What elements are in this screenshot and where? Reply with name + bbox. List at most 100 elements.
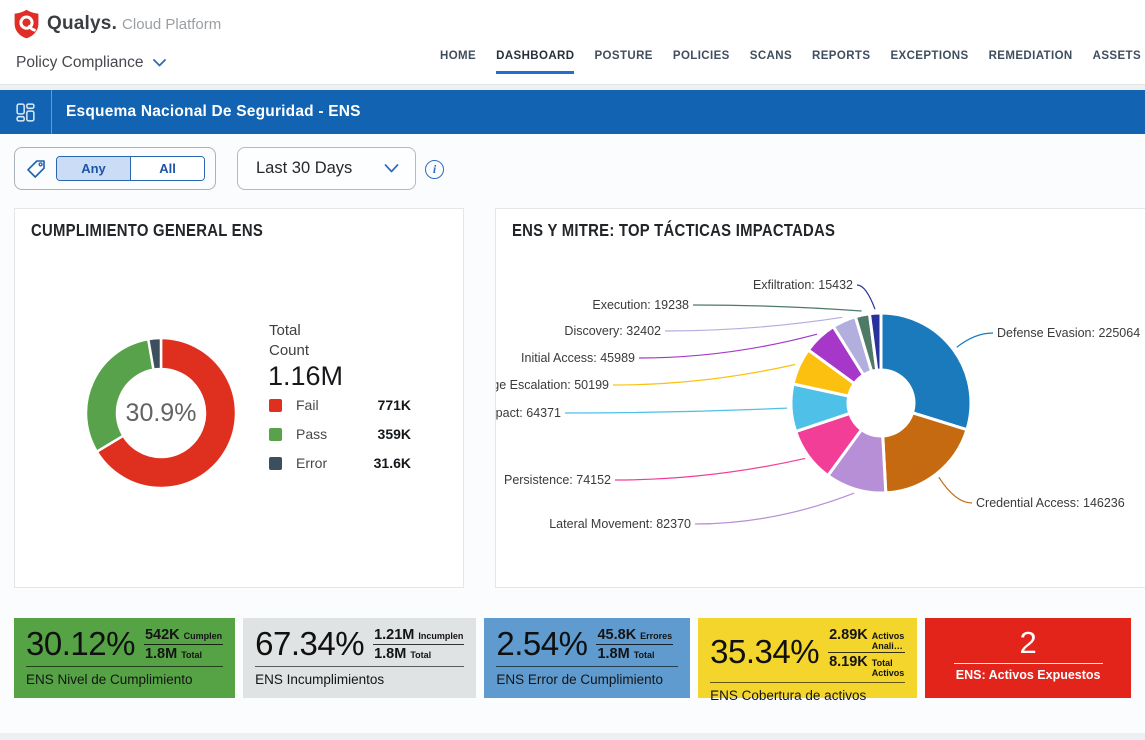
pie-label-leader-impact <box>565 408 787 413</box>
stat-divider <box>496 666 678 667</box>
stat-card-error-cumplimiento[interactable]: 2.54% 45.8KErrores 1.8MTotal ENS Error d… <box>484 618 690 698</box>
legend-swatch-fail <box>269 399 282 412</box>
qualys-logo-icon <box>13 9 40 39</box>
dashboard-picker-button[interactable] <box>0 90 52 134</box>
tag-match-any-button[interactable]: Any <box>57 157 130 180</box>
stat-fraction: 45.8KErrores 1.8MTotal <box>596 625 673 663</box>
nav-item-remediation[interactable]: REMEDIATION <box>989 50 1073 74</box>
stat-divider <box>255 666 464 667</box>
fraction-numerator: 45.8K <box>597 627 636 643</box>
fraction-numerator-unit: Cumplen <box>184 631 223 641</box>
stat-label: ENS Error de Cumplimiento <box>496 672 678 687</box>
stat-top: 35.34% 2.89KActivos Anali… 8.19KTotal Ac… <box>710 625 905 679</box>
pie-label-exfiltration: Exfiltration: 15432 <box>753 278 853 292</box>
stat-card-activos-expuestos[interactable]: 2 ENS: Activos Expuestos <box>925 618 1131 698</box>
nav-item-scans[interactable]: SCANS <box>750 50 792 74</box>
date-range-dropdown[interactable]: Last 30 Days <box>237 147 416 190</box>
chevron-down-icon <box>153 59 166 67</box>
module-label: Policy Compliance <box>16 54 144 72</box>
fraction-denominator-unit: Total <box>634 650 655 660</box>
pie-label-persistence: Persistence: 74152 <box>504 473 611 487</box>
nav-item-exceptions[interactable]: EXCEPTIONS <box>890 50 968 74</box>
legend-row-fail: Fail 771K <box>269 397 411 413</box>
fraction-denominator: 1.8M <box>597 646 629 662</box>
donut-slice-pass[interactable] <box>86 339 154 452</box>
stat-value: 2 <box>1020 625 1037 661</box>
pie-label-leader-credential-access <box>939 477 972 503</box>
nav-item-dashboard[interactable]: DASHBOARD <box>496 50 574 74</box>
total-caption-line2: Count <box>269 341 309 361</box>
tag-match-toggle: Any All <box>56 156 205 181</box>
pie-label-credential-access: Credential Access: 146236 <box>976 496 1125 510</box>
nav-item-assets[interactable]: ASSETS <box>1093 50 1141 74</box>
fraction-denominator: 1.8M <box>145 646 177 662</box>
fraction-denominator: 8.19K <box>829 654 868 670</box>
date-range-value: Last 30 Days <box>256 159 384 178</box>
brand-name: Qualys. <box>47 13 117 35</box>
stat-card-cobertura-activos[interactable]: 35.34% 2.89KActivos Anali… 8.19KTotal Ac… <box>698 618 917 698</box>
stat-label: ENS Incumplimientos <box>255 672 464 687</box>
platform-name: Cloud Platform <box>122 16 221 33</box>
total-count-caption: Total Count <box>269 321 309 361</box>
top-header: Qualys. Cloud Platform Policy Compliance… <box>0 0 1145 84</box>
stat-card-incumplimientos[interactable]: 67.34% 1.21MIncumplen 1.8MTotal ENS Incu… <box>243 618 476 698</box>
mitre-panel-title: ENS Y MITRE: TOP TÁCTICAS IMPACTADAS <box>512 220 835 241</box>
stat-top: 67.34% 1.21MIncumplen 1.8MTotal <box>255 625 464 663</box>
pie-slice-credential-access[interactable] <box>883 413 967 493</box>
stat-fraction: 2.89KActivos Anali… 8.19KTotal Activos <box>828 625 905 679</box>
legend-label-error: Error <box>296 455 327 471</box>
pie-label-privilege-escalation: Privilege Escalation: 50199 <box>496 378 609 392</box>
legend-row-error: Error 31.6K <box>269 455 411 471</box>
stat-label: ENS Nivel de Cumplimiento <box>26 672 223 687</box>
nav-item-policies[interactable]: POLICIES <box>673 50 730 74</box>
stat-percent: 35.34% <box>710 633 819 671</box>
mitre-pie-chart: Defense Evasion: 225064 Credential Access… <box>496 209 1145 589</box>
legend-label-pass: Pass <box>296 426 327 442</box>
pie-slice-defense-evasion[interactable] <box>881 313 971 430</box>
fraction-numerator-unit: Activos Anali… <box>872 631 905 651</box>
nav-item-home[interactable]: HOME <box>440 50 476 74</box>
brand: Qualys. Cloud Platform <box>13 9 221 39</box>
stat-divider <box>954 663 1103 664</box>
pie-label-lateral-movement: Lateral Movement: 82370 <box>549 517 691 531</box>
pie-label-leader-exfiltration <box>857 285 875 309</box>
compliance-legend: Fail 771K Pass 359K Error 31.6K <box>269 397 411 484</box>
legend-value-error: 31.6K <box>374 455 411 471</box>
fraction-numerator: 1.21M <box>374 627 414 643</box>
stat-percent: 67.34% <box>255 625 364 663</box>
stat-fraction: 542KCumplen 1.8MTotal <box>144 625 223 663</box>
module-switcher[interactable]: Policy Compliance <box>16 54 166 72</box>
compliance-panel-title: CUMPLIMIENTO GENERAL ENS <box>31 220 263 241</box>
main-nav: HOME DASHBOARD POSTURE POLICIES SCANS REPORTS… <box>440 50 1145 74</box>
dashboard-grid-icon <box>16 103 35 122</box>
nav-item-posture[interactable]: POSTURE <box>594 50 652 74</box>
nav-item-reports[interactable]: REPORTS <box>812 50 870 74</box>
legend-swatch-pass <box>269 428 282 441</box>
stat-label: ENS: Activos Expuestos <box>956 668 1101 682</box>
stat-card-row: 30.12% 542KCumplen 1.8MTotal ENS Nivel d… <box>14 618 1131 698</box>
legend-swatch-error <box>269 457 282 470</box>
pie-label-impact: Impact: 64371 <box>496 406 561 420</box>
stat-percent: 30.12% <box>26 625 135 663</box>
stat-percent: 2.54% <box>496 625 587 663</box>
stat-divider <box>710 682 905 683</box>
stat-card-nivel-cumplimiento[interactable]: 30.12% 542KCumplen 1.8MTotal ENS Nivel d… <box>14 618 235 698</box>
pie-label-leader-lateral-movement <box>695 493 854 524</box>
chevron-down-icon <box>384 164 399 173</box>
stat-label: ENS Cobertura de activos <box>710 688 905 703</box>
compliance-donut-chart <box>83 335 239 491</box>
pie-label-leader-execution <box>693 305 862 311</box>
dashboard-title-bar: Esquema Nacional De Seguridad - ENS <box>0 90 1145 134</box>
pie-label-initial-access: Initial Access: 45989 <box>521 351 635 365</box>
tag-filter: Any All <box>14 147 216 190</box>
stat-top: 30.12% 542KCumplen 1.8MTotal <box>26 625 223 663</box>
pie-label-execution: Execution: 19238 <box>592 298 689 312</box>
fraction-denominator: 1.8M <box>374 646 406 662</box>
total-caption-line1: Total <box>269 321 309 341</box>
pie-label-defense-evasion: Defense Evasion: 225064 <box>997 326 1140 340</box>
tag-match-all-button[interactable]: All <box>130 157 204 180</box>
info-icon[interactable]: i <box>425 160 444 179</box>
horizontal-scrollbar-track[interactable] <box>0 733 1145 740</box>
legend-row-pass: Pass 359K <box>269 426 411 442</box>
legend-value-fail: 771K <box>378 397 411 413</box>
